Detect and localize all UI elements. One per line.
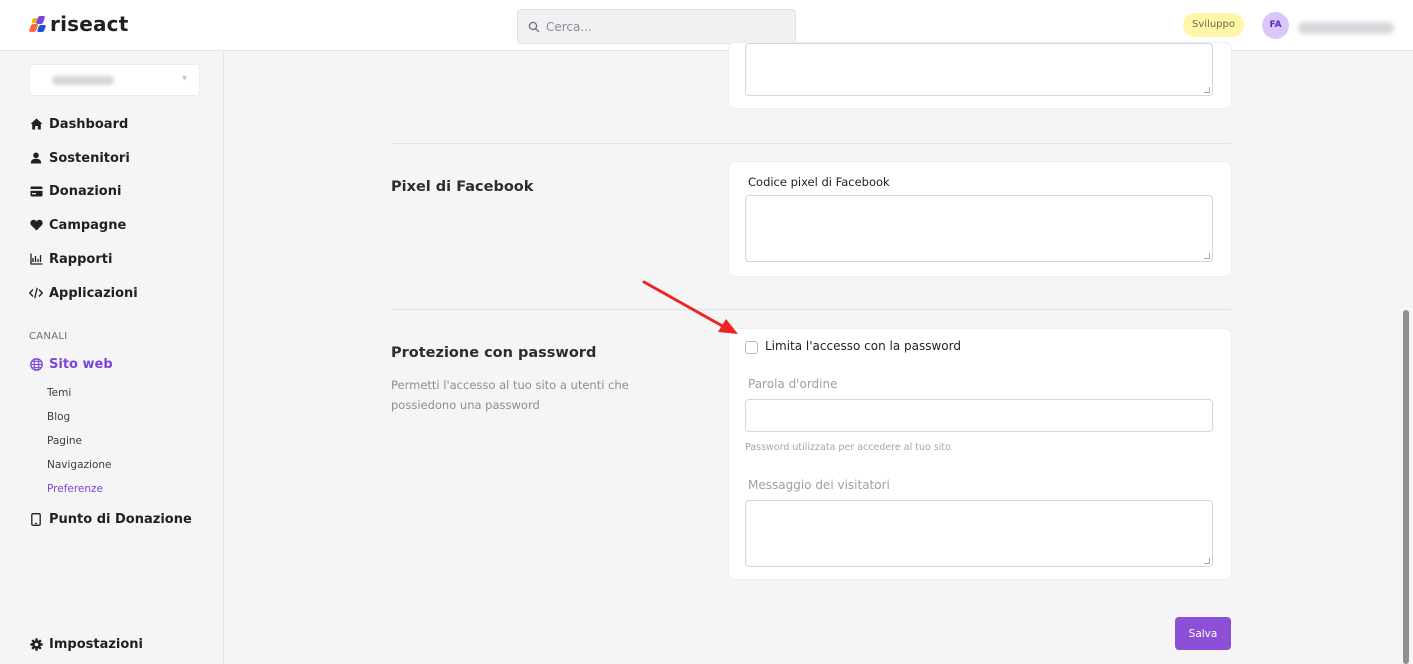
logo-text: riseact [50, 12, 129, 36]
sidebar-item-label: Applicazioni [49, 285, 138, 301]
chevron-down-icon: ▾ [181, 73, 187, 84]
sidebar: ▾ Dashboard Sostenitori Donazioni Campag… [0, 51, 224, 664]
limit-access-checkbox[interactable] [745, 341, 758, 354]
previous-textarea[interactable] [745, 43, 1213, 96]
save-button[interactable]: Salva [1175, 617, 1231, 650]
sidebar-item-punto-di-donazione[interactable]: Punto di Donazione [29, 509, 192, 529]
sidebar-item-label: Campagne [49, 217, 127, 233]
facebook-pixel-label: Codice pixel di Facebook [748, 175, 890, 189]
password-section-description: Permetti l'accesso al tuo sito a utenti … [391, 378, 629, 412]
password-label: Parola d'ordine [748, 377, 838, 391]
search-placeholder: Cerca... [546, 19, 592, 34]
globe-icon [29, 357, 43, 371]
section-divider [391, 143, 1231, 144]
sidebar-item-impostazioni[interactable]: Impostazioni [29, 634, 143, 654]
sidebar-item-label: Sostenitori [49, 150, 130, 166]
home-icon [29, 117, 43, 131]
visitor-message-textarea[interactable] [745, 500, 1213, 567]
search-input[interactable]: Cerca... [517, 9, 796, 44]
sidebar-item-donazioni[interactable]: Donazioni [29, 181, 121, 201]
resize-handle-icon[interactable] [1204, 87, 1210, 93]
limit-access-label[interactable]: Limita l'accesso con la password [765, 339, 961, 353]
logo[interactable]: riseact [28, 12, 129, 36]
password-help-text: Password utilizzata per accedere al tuo … [745, 442, 951, 453]
sidebar-item-applicazioni[interactable]: Applicazioni [29, 283, 138, 303]
search-icon [528, 21, 540, 32]
password-input[interactable] [745, 399, 1213, 432]
sidebar-item-sostenitori[interactable]: Sostenitori [29, 148, 130, 168]
heart-icon [29, 218, 43, 232]
sidebar-item-label: Punto di Donazione [49, 511, 192, 527]
organization-name-redacted [52, 76, 114, 85]
sidebar-item-sito-web[interactable]: Sito web [29, 354, 113, 374]
resize-handle-icon[interactable] [1204, 253, 1210, 259]
sidebar-item-label: Sito web [49, 356, 113, 372]
code-icon [29, 286, 43, 300]
credit-card-icon [29, 184, 43, 198]
facebook-pixel-textarea[interactable] [745, 195, 1213, 262]
sidebar-item-label: Impostazioni [49, 636, 144, 652]
annotation-arrow-icon [642, 280, 738, 334]
sidebar-item-label: Dashboard [49, 116, 129, 132]
sidebar-subitem-pagine[interactable]: Pagine [47, 435, 82, 447]
section-divider [391, 309, 1231, 310]
visitor-message-label: Messaggio dei visitatori [748, 478, 890, 492]
scrollbar-thumb[interactable] [1403, 310, 1409, 664]
sidebar-subitem-preferenze[interactable]: Preferenze [47, 483, 103, 495]
gear-icon [29, 637, 43, 651]
sidebar-subitem-navigazione[interactable]: Navigazione [47, 459, 112, 471]
sidebar-item-rapporti[interactable]: Rapporti [29, 249, 112, 269]
section-label-canali: CANALI [29, 331, 68, 342]
user-icon [29, 151, 43, 165]
password-section-title: Protezione con password [391, 345, 597, 361]
facebook-section-title: Pixel di Facebook [391, 179, 534, 195]
mobile-icon [29, 512, 43, 526]
resize-handle-icon[interactable] [1204, 558, 1210, 564]
password-protection-card: Limita l'accesso con la password Parola … [729, 329, 1231, 579]
facebook-pixel-card: Codice pixel di Facebook [729, 162, 1231, 276]
sidebar-item-label: Rapporti [49, 251, 113, 267]
sidebar-subitem-temi[interactable]: Temi [47, 387, 71, 399]
organization-select[interactable]: ▾ [29, 64, 200, 96]
logo-mark-icon [28, 13, 48, 35]
previous-section-card [729, 43, 1231, 108]
environment-badge: Sviluppo [1183, 13, 1244, 37]
chart-icon [29, 252, 43, 266]
sidebar-subitem-blog[interactable]: Blog [47, 411, 70, 423]
sidebar-item-label: Donazioni [49, 183, 122, 199]
sidebar-item-dashboard[interactable]: Dashboard [29, 114, 128, 134]
username-redacted[interactable] [1298, 22, 1394, 34]
avatar[interactable]: FA [1262, 12, 1289, 39]
main-content: Pixel di Facebook Codice pixel di Facebo… [225, 43, 1400, 664]
sidebar-item-campagne[interactable]: Campagne [29, 215, 126, 235]
